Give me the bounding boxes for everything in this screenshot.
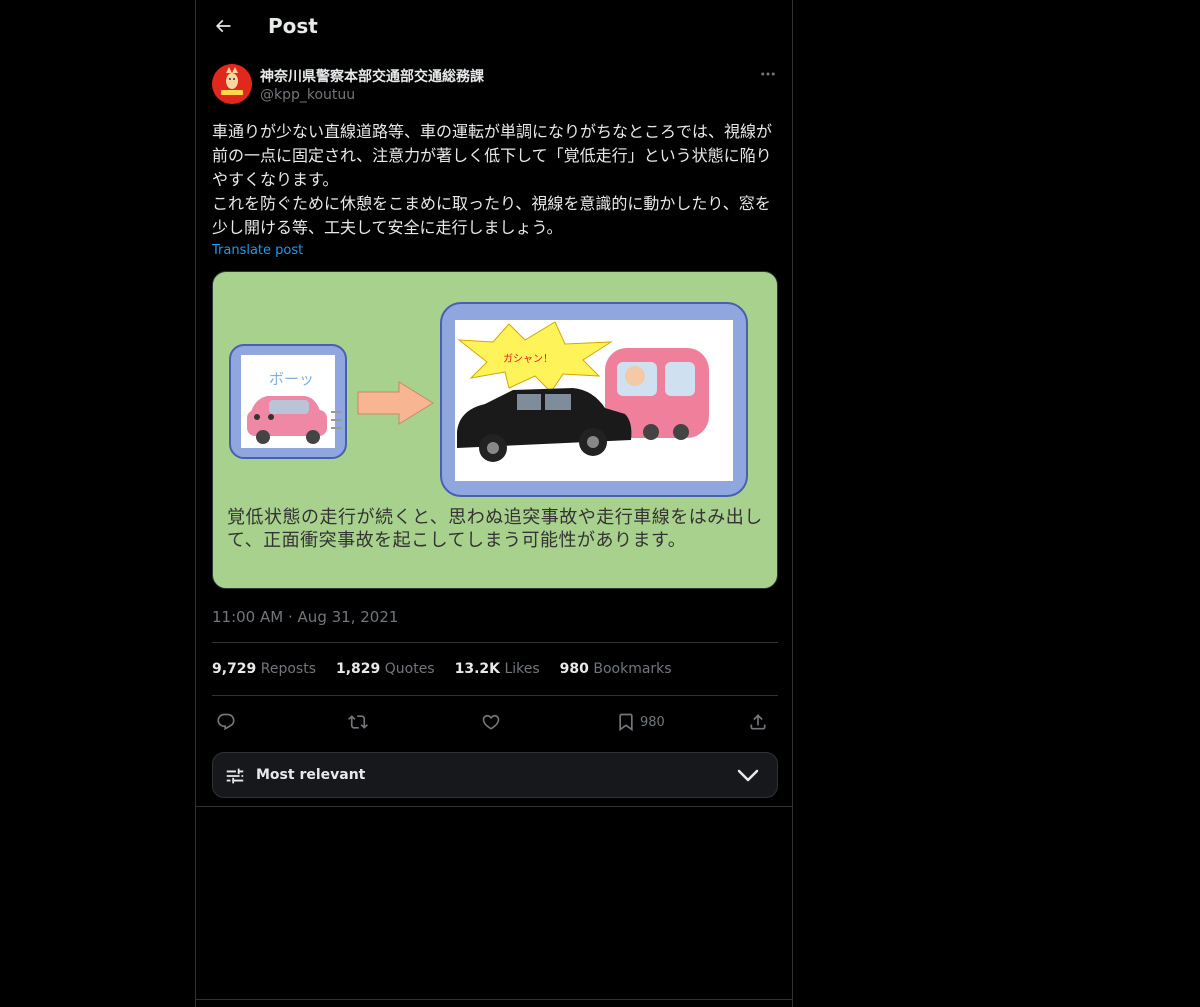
bookmark-icon bbox=[619, 713, 633, 732]
post-time[interactable]: 11:00 AM bbox=[212, 608, 283, 626]
chevron-down-icon bbox=[737, 769, 759, 782]
share-icon bbox=[750, 714, 766, 730]
divider bbox=[212, 695, 778, 696]
reposts-stat[interactable]: 9,729 Reposts bbox=[212, 661, 316, 677]
engagement-stats: 9,729 Reposts 1,829 Quotes 13.2K Likes 9… bbox=[212, 661, 672, 677]
reply-icon bbox=[217, 713, 235, 731]
page-title: Post bbox=[268, 14, 318, 38]
post-paragraph: 車通りが少ない直線道路等、車の運転が単調になりがちなところでは、視線が前の一点に… bbox=[212, 122, 773, 189]
back-button[interactable] bbox=[210, 13, 236, 39]
share-button[interactable] bbox=[748, 710, 768, 734]
like-button[interactable] bbox=[481, 710, 501, 734]
arrow-left-icon bbox=[215, 19, 231, 33]
page-header: Post bbox=[196, 0, 792, 54]
sort-replies-dropdown[interactable]: Most relevant bbox=[212, 752, 778, 798]
likes-stat[interactable]: 13.2K Likes bbox=[455, 661, 540, 677]
police-mascot-icon bbox=[212, 64, 252, 104]
crash-text: ガシャン！ bbox=[503, 353, 553, 365]
translate-post-link[interactable]: Translate post bbox=[212, 243, 303, 258]
post-paragraph: これを防ぐために休憩をこまめに取ったり、視線を意識的に動かしたり、窓を少し開ける… bbox=[212, 194, 771, 237]
quotes-stat[interactable]: 1,829 Quotes bbox=[336, 661, 435, 677]
bookmarks-stat[interactable]: 980 Bookmarks bbox=[560, 661, 672, 677]
author-handle[interactable]: @kpp_koutuu bbox=[260, 87, 355, 103]
more-horizontal-icon bbox=[761, 72, 775, 76]
divider bbox=[212, 642, 778, 643]
repost-button[interactable] bbox=[348, 710, 368, 734]
divider bbox=[196, 806, 792, 807]
author-display-name[interactable]: 神奈川県警察本部交通部交通総務課 bbox=[260, 66, 484, 86]
action-bar: 980 bbox=[212, 708, 778, 736]
image-caption: 覚低状態の走行が続くと、思わぬ追突事故や走行車線をはみ出して、正面衝突事故を起こ… bbox=[227, 507, 763, 551]
post-text: 車通りが少ない直線道路等、車の運転が単調になりがちなところでは、視線が前の一点に… bbox=[212, 120, 780, 240]
post-timestamp: 11:00 AM · Aug 31, 2021 bbox=[212, 608, 398, 626]
repost-icon bbox=[348, 715, 368, 729]
sort-label: Most relevant bbox=[256, 767, 366, 783]
sliders-icon bbox=[226, 768, 244, 784]
post-date[interactable]: Aug 31, 2021 bbox=[298, 608, 399, 626]
more-options-button[interactable] bbox=[758, 64, 778, 84]
heart-icon bbox=[482, 714, 500, 730]
bookmark-count: 980 bbox=[640, 714, 665, 730]
timestamp-separator: · bbox=[287, 608, 293, 626]
bookmark-button[interactable]: 980 bbox=[616, 710, 665, 734]
post-image[interactable]: ボーッ ガシャン！ 覚低状態の走行が続くと、思わぬ追突事故や走行車線をはみ出して… bbox=[212, 271, 778, 589]
daze-text: ボーッ bbox=[269, 370, 314, 388]
reply-button[interactable] bbox=[216, 710, 236, 734]
avatar[interactable] bbox=[212, 64, 252, 104]
divider bbox=[196, 999, 792, 1000]
post-detail-column: Post 神奈川県警察本部交通部交通総務課 @kpp_koutuu 車通りが少な… bbox=[195, 0, 793, 1007]
